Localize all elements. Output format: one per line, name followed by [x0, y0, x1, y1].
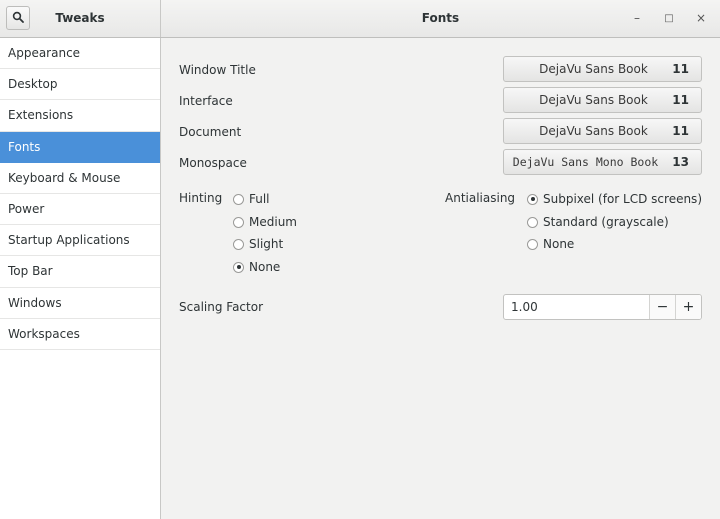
close-icon: × — [695, 11, 707, 25]
sidebar-header: Tweaks — [0, 0, 161, 37]
minimize-icon: – — [634, 11, 640, 25]
window-title-font-label: Window Title — [179, 63, 256, 77]
radio-unchecked-icon — [233, 193, 244, 205]
radio-unchecked-icon — [527, 238, 538, 250]
radio-label: Subpixel (for LCD screens) — [543, 192, 702, 206]
header-bar: Tweaks Fonts – □ × — [0, 0, 720, 38]
maximize-icon: □ — [664, 12, 674, 24]
hinting-none-radio[interactable]: None — [233, 260, 280, 274]
app-title: Tweaks — [55, 11, 105, 25]
hinting-label: Hinting — [179, 191, 223, 205]
font-name: DejaVu Sans Mono Book — [512, 155, 659, 169]
search-button[interactable] — [6, 6, 30, 30]
sidebar-item-appearance[interactable]: Appearance — [0, 38, 160, 70]
antialiasing-none-radio[interactable]: None — [527, 237, 574, 251]
window-title-font-button[interactable]: DejaVu Sans Book 11 — [503, 56, 702, 82]
fonts-panel: Window Title DejaVu Sans Book 11 Interfa… — [161, 38, 720, 519]
radio-unchecked-icon — [233, 216, 244, 228]
radio-checked-icon — [233, 261, 244, 273]
sidebar-item-windows[interactable]: Windows — [0, 288, 160, 319]
sidebar-item-top-bar[interactable]: Top Bar — [0, 256, 160, 288]
radio-label: Standard (grayscale) — [543, 215, 669, 229]
maximize-button[interactable]: □ — [661, 10, 677, 26]
monospace-font-button[interactable]: DejaVu Sans Mono Book 13 — [503, 149, 702, 175]
minimize-button[interactable]: – — [629, 10, 645, 26]
sidebar-item-desktop[interactable]: Desktop — [0, 69, 160, 101]
radio-label: Medium — [249, 215, 297, 229]
hinting-medium-radio[interactable]: Medium — [233, 215, 297, 229]
radio-unchecked-icon — [527, 216, 538, 228]
font-name: DejaVu Sans Book — [539, 93, 648, 107]
sidebar: Appearance Desktop Extensions Fonts Keyb… — [0, 38, 161, 519]
radio-label: None — [543, 237, 575, 251]
font-size: 11 — [672, 62, 689, 76]
radio-label: None — [249, 260, 281, 274]
font-name: DejaVu Sans Book — [539, 124, 648, 138]
document-font-button[interactable]: DejaVu Sans Book 11 — [503, 118, 702, 144]
close-button[interactable]: × — [693, 10, 709, 26]
font-size: 11 — [672, 124, 689, 138]
search-icon — [12, 11, 24, 26]
sidebar-item-fonts[interactable]: Fonts — [0, 131, 160, 163]
hinting-slight-radio[interactable]: Slight — [233, 237, 283, 251]
sidebar-item-extensions[interactable]: Extensions — [0, 100, 160, 132]
antialiasing-subpixel-radio[interactable]: Subpixel (for LCD screens) — [527, 192, 702, 206]
document-font-label: Document — [179, 125, 242, 139]
sidebar-item-keyboard-mouse[interactable]: Keyboard & Mouse — [0, 163, 160, 194]
radio-checked-icon — [527, 193, 538, 205]
decrement-button[interactable]: − — [649, 295, 675, 319]
antialiasing-label: Antialiasing — [445, 191, 516, 205]
radio-unchecked-icon — [233, 238, 244, 250]
increment-button[interactable]: + — [675, 295, 701, 319]
sidebar-item-startup-applications[interactable]: Startup Applications — [0, 225, 160, 257]
interface-font-label: Interface — [179, 94, 233, 108]
sidebar-item-workspaces[interactable]: Workspaces — [0, 319, 160, 350]
tweaks-window: Tweaks Fonts – □ × Appearance Desktop Ex… — [0, 0, 720, 519]
monospace-font-label: Monospace — [179, 156, 247, 170]
hinting-full-radio[interactable]: Full — [233, 192, 270, 206]
radio-label: Full — [249, 192, 270, 206]
scaling-factor-spinbutton: 1.00 − + — [503, 294, 702, 320]
font-name: DejaVu Sans Book — [539, 62, 648, 76]
antialiasing-standard-radio[interactable]: Standard (grayscale) — [527, 215, 669, 229]
font-size: 13 — [672, 155, 689, 169]
radio-label: Slight — [249, 237, 284, 251]
sidebar-item-power[interactable]: Power — [0, 194, 160, 226]
interface-font-button[interactable]: DejaVu Sans Book 11 — [503, 87, 702, 113]
font-size: 11 — [672, 93, 689, 107]
scaling-factor-label: Scaling Factor — [179, 300, 264, 314]
scaling-factor-input[interactable]: 1.00 — [504, 300, 649, 314]
